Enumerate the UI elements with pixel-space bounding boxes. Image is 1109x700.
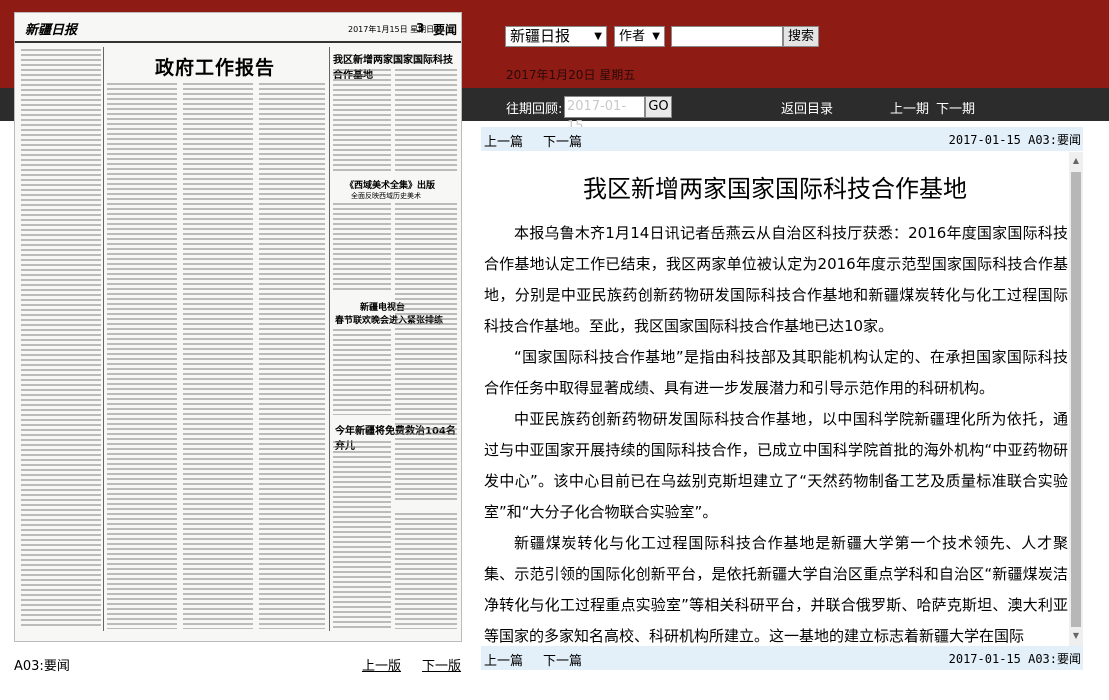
scroll-down-arrow-icon[interactable]: ▼	[1069, 631, 1083, 641]
scroll-thumb[interactable]	[1071, 172, 1081, 627]
article-paragraph: 中亚民族药创新药物研发国际科技合作基地，以中国科学院新疆理化所为依托，通过与中亚…	[484, 410, 1068, 521]
chevron-down-icon: ▼	[594, 31, 602, 42]
newspaper-page-image[interactable]: 新疆日报 2017年1月15日 星期日 3 要闻 政府工作报告 我区新增两家国家…	[14, 12, 462, 642]
next-page-link[interactable]: 下一版	[422, 655, 461, 674]
next-article-link[interactable]: 下一篇	[543, 650, 582, 669]
paper-text-column	[395, 69, 457, 173]
prev-article-link[interactable]: 上一篇	[484, 650, 523, 669]
paper-text-column	[333, 203, 391, 293]
article-top-bar: 上一篇 下一篇 2017-01-15 A03:要闻	[481, 127, 1083, 151]
page-name: A03:要闻	[14, 659, 70, 674]
paper-headline-book[interactable]: 《西域美术全集》出版	[345, 178, 435, 191]
go-button[interactable]: GO	[645, 96, 672, 118]
article-info: 2017-01-15 A03:要闻	[948, 133, 1081, 147]
article-paragraph: 本报乌鲁木齐1月14日讯记者岳燕云从自治区科技厅获悉：2016年度国家国际科技合…	[484, 224, 1068, 335]
paper-text-column	[333, 69, 391, 173]
history-date-input[interactable]: 2017-01-15	[564, 96, 645, 134]
article-info: 2017-01-15 A03:要闻	[948, 652, 1081, 666]
paper-text-column	[21, 49, 101, 629]
paper-text-column	[395, 513, 457, 629]
prev-issue-link[interactable]: 上一期	[890, 98, 929, 117]
next-issue-link[interactable]: 下一期	[936, 98, 975, 117]
article-paragraph: 新疆煤炭转化与化工过程国际科技合作基地是新疆大学第一个技术领先、人才聚集、示范引…	[484, 534, 1068, 645]
search-button[interactable]: 搜索	[783, 26, 819, 47]
article-paragraph: “国家国际科技合作基地”是指由科技部及其职能机构认定的、在承担国家国际科技合作任…	[484, 348, 1068, 397]
paper-masthead: 新疆日报	[25, 23, 78, 38]
paper-select-value: 新疆日报	[510, 27, 571, 45]
search-input[interactable]	[671, 26, 783, 47]
paper-column-rule	[103, 47, 104, 631]
paper-select[interactable]: 新疆日报 ▼	[505, 26, 607, 47]
prev-article-link[interactable]: 上一篇	[484, 131, 523, 150]
paper-header: 新疆日报 2017年1月15日 星期日 3 要闻	[15, 13, 461, 43]
article-text: 本报乌鲁木齐1月14日讯记者岳燕云从自治区科技厅获悉：2016年度国家国际科技合…	[484, 218, 1068, 646]
paper-text-column	[395, 203, 457, 503]
article-title: 我区新增两家国家国际科技合作基地	[583, 175, 967, 203]
prev-page-link[interactable]: 上一版	[362, 655, 401, 674]
paper-text-column	[107, 83, 177, 629]
paper-headline-report: 政府工作报告	[155, 57, 276, 79]
article-scrollbar[interactable]: ▲ ▼	[1069, 152, 1083, 646]
back-to-index-link[interactable]: 返回目录	[781, 98, 833, 117]
article-bottom-bar: 上一篇 下一篇 2017-01-15 A03:要闻	[481, 646, 1083, 670]
paper-page-number: 3	[416, 21, 425, 35]
paper-text-column	[259, 83, 325, 629]
scroll-up-arrow-icon[interactable]: ▲	[1069, 156, 1083, 166]
history-label: 往期回顾:	[506, 102, 563, 117]
next-article-link[interactable]: 下一篇	[543, 131, 582, 150]
field-select[interactable]: 作者 ▼	[614, 26, 665, 47]
paper-subhead-book: 全面反映西域历史美术	[351, 192, 421, 200]
paper-page-name: 要闻	[433, 23, 458, 37]
paper-text-column	[333, 441, 391, 629]
paper-text-column	[183, 83, 253, 629]
chevron-down-icon: ▼	[652, 31, 660, 42]
article-content: 我区新增两家国家国际科技合作基地 本报乌鲁木齐1月14日讯记者岳燕云从自治区科技…	[481, 152, 1069, 646]
current-date: 2017年1月20日 星期五	[506, 68, 636, 82]
field-select-value: 作者	[619, 29, 646, 44]
paper-text-column	[333, 329, 391, 415]
paper-column-rule	[329, 47, 330, 631]
